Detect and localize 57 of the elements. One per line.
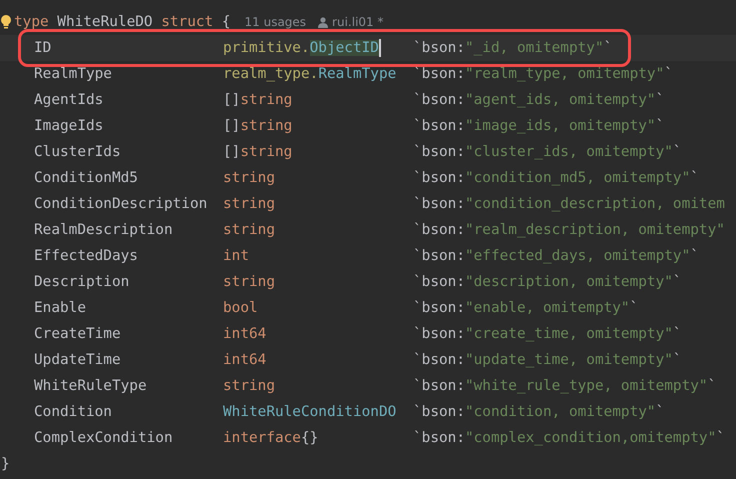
field-type: []string [223, 92, 294, 108]
field-type: int [223, 248, 250, 264]
field-type: WhiteRuleConditionDO [223, 404, 398, 420]
field-type: []string [223, 144, 294, 160]
field-name: WhiteRuleType [34, 378, 148, 394]
field-type: primitive.ObjectID [223, 40, 380, 56]
field-name: ID [34, 40, 52, 56]
field-name: Condition [34, 404, 113, 420]
usage-count[interactable]: 11 usages [244, 15, 306, 29]
struct-tag: `bson:"description, omitempty"` [413, 274, 736, 290]
struct-tag: `bson:"realm_type, omitempty"` [413, 66, 736, 82]
field-type: string [223, 378, 276, 394]
type-keyword: type [14, 14, 49, 30]
open-brace: { [222, 14, 230, 30]
field-type: bool [223, 300, 259, 316]
struct-tag: `bson:"realm_description, omitempty" [413, 222, 736, 238]
struct-tag: `bson:"condition_description, omitem [413, 196, 736, 212]
field-name: ClusterIds [34, 144, 122, 160]
struct-tag: `bson:"update_time, omitempty"` [413, 352, 736, 368]
struct-tag: `bson:"effected_days, omitempty"` [413, 248, 736, 264]
field-name: ConditionDescription [34, 196, 208, 212]
field-name: ComplexCondition [34, 430, 174, 446]
struct-tag: `bson:"complex_condition,omitempty"` [413, 430, 736, 446]
field-type: string [223, 196, 276, 212]
struct-tag: `bson:"_id, omitempty"` [413, 40, 736, 56]
field-type: int64 [223, 326, 268, 342]
field-type: realm_type.RealmType [223, 66, 398, 82]
lightbulb-icon[interactable] [0, 14, 12, 30]
field-type: int64 [223, 352, 268, 368]
field-name: ConditionMd5 [34, 170, 139, 186]
field-type: string [223, 170, 276, 186]
struct-tag: `bson:"agent_ids, omitempty"` [413, 92, 736, 108]
struct-tag: `bson:"condition_md5, omitempty"` [413, 170, 736, 186]
field-name: ImageIds [34, 118, 104, 134]
field-name: Description [34, 274, 130, 290]
field-type: []string [223, 118, 294, 134]
closing-brace: } [1, 456, 10, 472]
struct-name: WhiteRuleDO [57, 14, 153, 30]
struct-tag: `bson:"enable, omitempty"` [413, 300, 736, 316]
struct-tag: `bson:"cluster_ids, omitempty"` [413, 144, 736, 160]
field-name: RealmDescription [34, 222, 174, 238]
field-type: string [223, 222, 276, 238]
struct-tag: `bson:"condition, omitempty"` [413, 404, 736, 420]
field-type: string [223, 274, 276, 290]
field-name: AgentIds [34, 92, 104, 108]
field-name: CreateTime [34, 326, 122, 342]
struct-tag: `bson:"white_rule_type, omitempty"` [413, 378, 736, 394]
author-name[interactable]: rui.li01 * [332, 15, 384, 29]
field-name: RealmType [34, 66, 113, 82]
field-name: UpdateTime [34, 352, 122, 368]
field-name: Enable [34, 300, 87, 316]
field-type: interface{} [223, 430, 320, 446]
struct-tag: `bson:"image_ids, omitempty"` [413, 118, 736, 134]
field-name: EffectedDays [34, 248, 139, 264]
struct-keyword: struct [161, 14, 214, 30]
struct-tag: `bson:"create_time, omitempty"` [413, 326, 736, 342]
person-icon [318, 16, 328, 28]
